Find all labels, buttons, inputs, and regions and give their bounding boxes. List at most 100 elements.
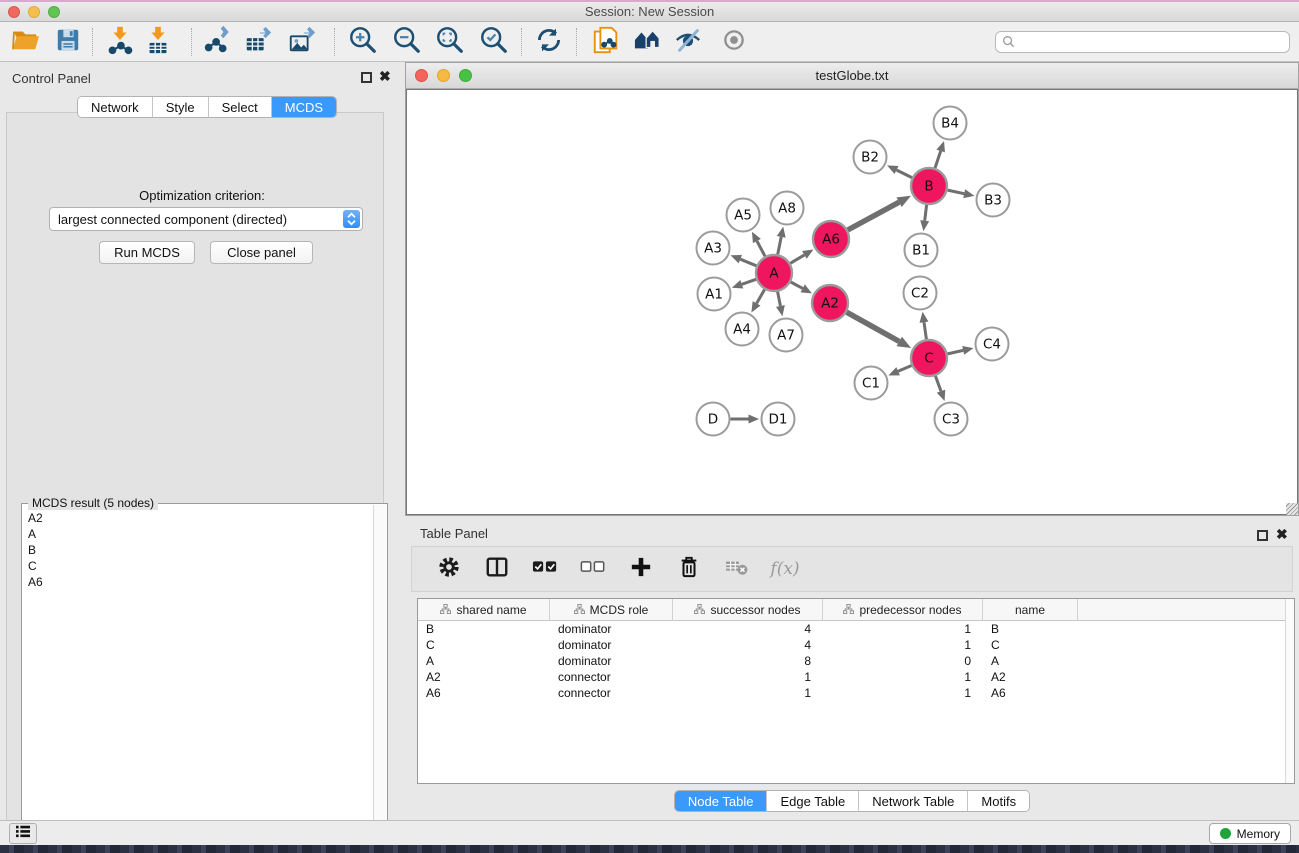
table-row[interactable]: A6connector11A6 [418,685,1285,701]
graph-node-A2[interactable]: A2 [812,285,848,321]
table-scrollbar[interactable] [1285,599,1294,783]
graph-node-B1[interactable]: B1 [905,234,938,267]
graph-node-A[interactable]: A [756,255,792,291]
import-network-button[interactable] [102,26,138,58]
import-table-button[interactable] [140,26,176,58]
tab-network[interactable]: Network [78,97,153,117]
memory-button[interactable]: Memory [1209,823,1291,844]
graph-edge-A-A8[interactable] [778,237,782,255]
resize-grip[interactable] [1286,503,1298,515]
open-session-button[interactable] [8,26,44,58]
graph-node-D1[interactable]: D1 [762,403,795,436]
graph-node-B2[interactable]: B2 [854,141,887,174]
result-scrollbar[interactable] [373,505,386,846]
graph-node-C[interactable]: C [911,340,947,376]
graph-edge-C-C4[interactable] [948,350,964,354]
float-panel-icon[interactable] [361,72,372,83]
graph-node-C1[interactable]: C1 [855,367,888,400]
save-session-button[interactable] [50,26,86,58]
show-all-button[interactable] [716,26,752,58]
graph-node-C3[interactable]: C3 [935,403,968,436]
export-table-button[interactable] [240,26,276,58]
close-panel-icon[interactable]: ✖ [379,69,391,83]
column-header-mcds-role[interactable]: MCDS role [550,599,673,621]
run-mcds-button[interactable]: Run MCDS [99,241,195,264]
graph-edge-A-A1[interactable] [742,279,756,284]
graph-node-A8[interactable]: A8 [771,192,804,225]
graph-edge-A6-B[interactable] [848,202,899,230]
column-header-successor-nodes[interactable]: successor nodes [673,599,823,621]
new-column-button[interactable] [624,552,658,586]
graph-node-D[interactable]: D [697,403,730,436]
graph-edge-A-A7[interactable] [778,292,781,306]
zoom-out-button[interactable] [389,26,425,58]
delete-column-button[interactable] [672,552,706,586]
graph-edge-C-C3[interactable] [935,376,941,391]
search-input[interactable] [995,31,1290,53]
graph-node-A1[interactable]: A1 [698,278,731,311]
table-row[interactable]: Bdominator41B [418,621,1285,637]
graph-node-C4[interactable]: C4 [976,328,1009,361]
graph-node-C2[interactable]: C2 [904,277,937,310]
tab-style[interactable]: Style [153,97,209,117]
graph-edge-A2-C[interactable] [847,312,900,341]
select-all-button[interactable] [528,552,562,586]
export-network-button[interactable] [200,26,236,58]
graph-node-A5[interactable]: A5 [727,199,760,232]
export-image-button[interactable] [284,26,320,58]
mcds-result-item[interactable]: B [28,542,373,558]
first-neighbors-button[interactable] [630,26,666,58]
mcds-result-item[interactable]: A6 [28,574,373,590]
tab-select[interactable]: Select [209,97,272,117]
graph-edge-C-C2[interactable] [924,322,926,339]
zoom-fit-button[interactable] [432,26,468,58]
graph-node-A3[interactable]: A3 [697,232,730,265]
duplicate-network-button[interactable] [588,26,624,58]
tab-network-table[interactable]: Network Table [859,791,968,811]
hide-selected-button[interactable] [670,26,706,58]
close-panel-icon[interactable]: ✖ [1276,527,1288,541]
zoom-in-button[interactable] [345,26,381,58]
table-row[interactable]: Adominator80A [418,653,1285,669]
graph-node-B[interactable]: B [911,168,947,204]
graph-node-A4[interactable]: A4 [726,313,759,346]
graph-node-B3[interactable]: B3 [977,184,1010,217]
graph-edge-A-A2[interactable] [791,282,803,288]
tab-mcds[interactable]: MCDS [272,97,336,117]
column-header-shared-name[interactable]: shared name [418,599,550,621]
mcds-result-item[interactable]: A [28,526,373,542]
criterion-dropdown[interactable]: largest connected component (directed) [49,207,363,231]
graph-node-A7[interactable]: A7 [770,319,803,352]
graph-edge-C-C1[interactable] [898,366,912,372]
mcds-result-list[interactable]: A2ABCA6 [23,510,373,846]
column-header-name[interactable]: name [983,599,1078,621]
table-row[interactable]: Cdominator41C [418,637,1285,653]
tab-motifs[interactable]: Motifs [968,791,1029,811]
graph-edge-B-B3[interactable] [948,190,965,194]
deselect-all-button[interactable] [576,552,610,586]
task-history-button[interactable] [9,823,37,844]
mcds-result-item[interactable]: A2 [28,510,373,526]
function-builder-button[interactable]: f(x) [768,552,802,586]
zoom-selected-button[interactable] [476,26,512,58]
float-panel-icon[interactable] [1257,530,1268,541]
tab-edge-table[interactable]: Edge Table [767,791,859,811]
network-canvas[interactable]: B4 B2 B B3 A8 A5 A6 A3 B1 A C2 A1 A2 A4 A7 C4 C C1 C3 D D1 [406,89,1298,515]
graph-edge-A-A4[interactable] [757,290,765,304]
tab-node-table[interactable]: Node Table [675,791,768,811]
graph-edge-B-B2[interactable] [897,170,912,178]
table-mode-button[interactable] [432,552,466,586]
graph-edge-A-A5[interactable] [757,241,765,256]
graph-edge-A-A3[interactable] [740,259,756,266]
close-panel-button[interactable]: Close panel [210,241,313,264]
graph-edge-B-B1[interactable] [925,205,927,221]
graph-edge-A-A6[interactable] [790,255,804,263]
show-columns-button[interactable] [480,552,514,586]
graph-node-A6[interactable]: A6 [813,221,849,257]
graph-node-B4[interactable]: B4 [934,107,967,140]
graph-edge-B-B4[interactable] [935,151,941,168]
table-row[interactable]: A2connector11A2 [418,669,1285,685]
delete-table-button[interactable] [720,552,754,586]
mcds-result-item[interactable]: C [28,558,373,574]
apply-layout-button[interactable] [531,26,567,58]
